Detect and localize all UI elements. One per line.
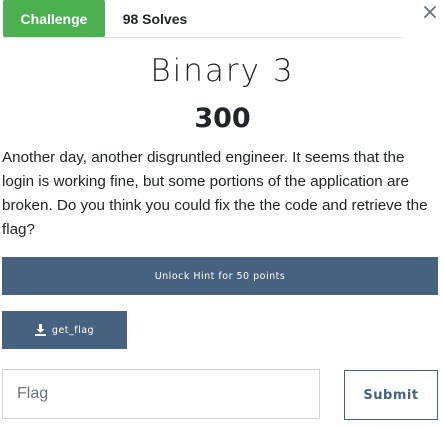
tab-challenge[interactable]: Challenge — [3, 0, 105, 37]
challenge-points: 300 — [194, 103, 251, 134]
submit-label: Submit — [363, 387, 419, 403]
unlock-hint-button[interactable]: Unlock Hint for 50 points — [2, 257, 438, 295]
tab-solves[interactable]: 98 Solves — [105, 0, 205, 37]
tab-solves-label: 98 Solves — [122, 10, 188, 27]
tab-challenge-label: Challenge — [20, 10, 88, 27]
file-name: get_flag — [51, 324, 95, 336]
close-icon[interactable]: × — [419, 2, 441, 26]
challenge-description: Another day, another disgruntled enginee… — [2, 149, 428, 238]
unlock-hint-label: Unlock Hint for 50 points — [154, 270, 286, 282]
file-download-button[interactable]: get_flag — [2, 311, 127, 349]
download-icon — [34, 324, 46, 336]
flag-input[interactable] — [2, 369, 320, 419]
submit-button[interactable]: Submit — [344, 370, 438, 420]
challenge-title: Binary 3 — [150, 53, 295, 89]
tab-divider — [3, 37, 403, 38]
